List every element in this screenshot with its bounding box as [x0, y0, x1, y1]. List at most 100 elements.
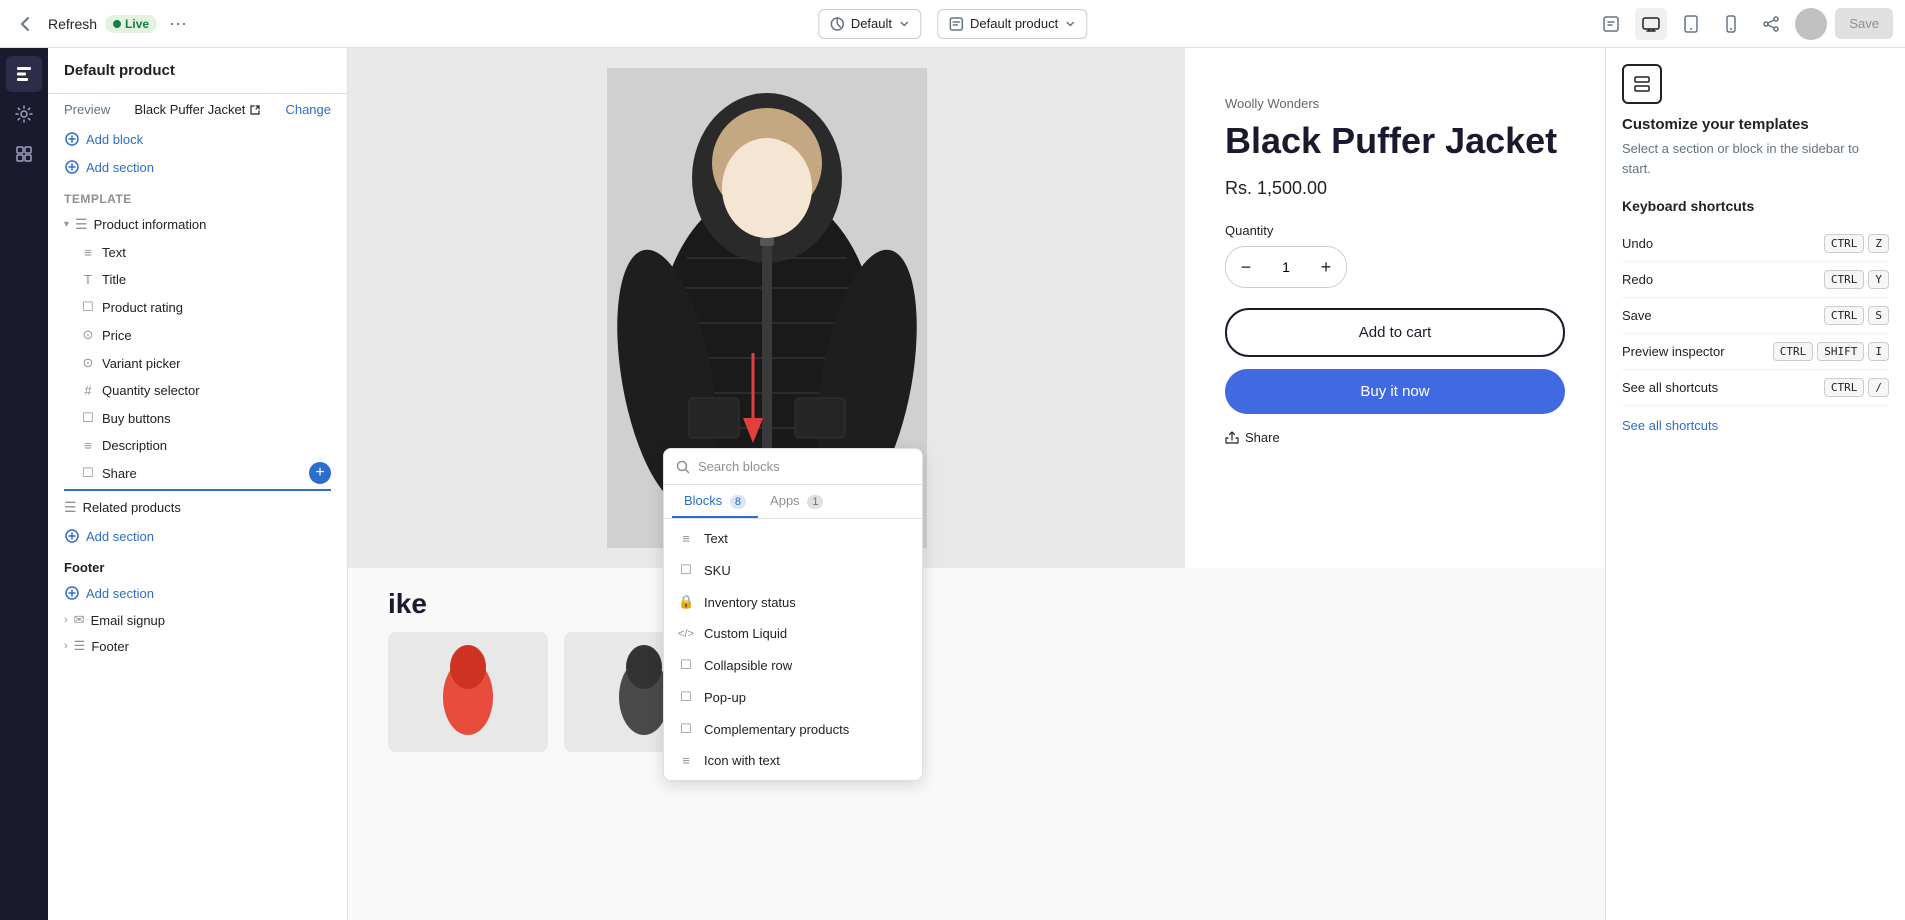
inspector-keys: CTRL SHIFT I — [1773, 342, 1889, 361]
external-link-icon — [249, 104, 261, 116]
main-layout: Default product Preview Black Puffer Jac… — [0, 48, 1905, 920]
blue-line — [64, 489, 331, 491]
block-quantity-selector[interactable]: # Quantity selector — [48, 377, 347, 404]
preview-change-button[interactable]: Change — [285, 102, 331, 117]
red-arrow-indicator — [738, 348, 768, 451]
undo-keys: CTRL Z — [1824, 234, 1889, 253]
left-panel: Default product Preview Black Puffer Jac… — [48, 48, 348, 920]
desktop-view-icon[interactable] — [1635, 8, 1667, 40]
sidebar-settings-icon[interactable] — [6, 96, 42, 132]
see-all-keys: CTRL / — [1824, 378, 1889, 397]
save-label: Save — [1622, 308, 1652, 323]
product-selector[interactable]: Default product — [937, 9, 1087, 39]
block-icon-with-text-item[interactable]: ≡ Icon with text — [664, 745, 922, 776]
share-row[interactable]: Share — [1225, 430, 1565, 445]
block-title[interactable]: T Title — [48, 266, 347, 293]
chevron-right-icon: › — [64, 614, 68, 626]
search-icon — [676, 460, 690, 474]
add-block-button[interactable]: Add block — [48, 125, 347, 153]
chevron-down-icon: ▾ — [64, 219, 69, 230]
block-price[interactable]: ⊙ Price — [48, 321, 347, 349]
product-title: Black Puffer Jacket — [1225, 119, 1565, 162]
related-products-section[interactable]: ☰ Related products — [48, 493, 347, 522]
kbd-i: I — [1868, 342, 1889, 361]
tablet-view-icon[interactable] — [1675, 8, 1707, 40]
product-hero: Woolly Wonders Black Puffer Jacket Rs. 1… — [348, 48, 1605, 568]
right-panel-title: Customize your templates — [1622, 116, 1889, 133]
kbd-z: Z — [1868, 234, 1889, 253]
mobile-view-icon[interactable] — [1715, 8, 1747, 40]
block-complementary-item[interactable]: ☐ Complementary products — [664, 713, 922, 745]
quantity-increase-button[interactable]: + — [1306, 247, 1346, 287]
see-all-shortcuts-link[interactable]: See all shortcuts — [1622, 418, 1889, 433]
block-sku-item[interactable]: ☐ SKU — [664, 554, 922, 586]
kbd-shift: SHIFT — [1817, 342, 1864, 361]
popup-search-area — [664, 449, 922, 485]
user-avatar[interactable] — [1795, 8, 1827, 40]
popup-icon: ☐ — [678, 689, 694, 705]
block-variant-picker[interactable]: ⊙ Variant picker — [48, 349, 347, 377]
quantity-decrease-button[interactable]: − — [1226, 247, 1266, 287]
share-tree-icon: ☐ — [80, 465, 96, 481]
add-to-cart-button[interactable]: Add to cart — [1225, 308, 1565, 357]
theme-selector[interactable]: Default — [818, 9, 921, 39]
live-badge: Live — [105, 15, 157, 33]
sidebar-apps-icon[interactable] — [6, 136, 42, 172]
block-popup-item[interactable]: ☐ Pop-up — [664, 681, 922, 713]
footer-icon: ☰ — [74, 638, 86, 654]
product-cards-row — [388, 632, 1565, 752]
refresh-button[interactable]: Refresh — [48, 16, 97, 32]
apps-tab[interactable]: Apps 1 — [758, 485, 835, 518]
product-info-label: Product information — [94, 217, 207, 232]
quantity-label: Quantity — [1225, 223, 1565, 238]
sidebar-nav-icon[interactable] — [6, 56, 42, 92]
share-icon[interactable] — [1755, 8, 1787, 40]
preview-value: Black Puffer Jacket — [134, 102, 261, 117]
more-menu-button[interactable]: ··· — [169, 13, 187, 34]
plus-circle-icon-3 — [64, 528, 80, 544]
block-search-input[interactable] — [698, 459, 910, 474]
block-share[interactable]: ☐ Share + — [48, 459, 347, 487]
preview-inspector-label: Preview inspector — [1622, 344, 1725, 359]
kbd-s: S — [1868, 306, 1889, 325]
email-icon: ✉ — [74, 612, 85, 628]
text-icon: ≡ — [80, 245, 96, 260]
preview-label: Preview — [64, 102, 110, 117]
shortcut-see-all: See all shortcuts CTRL / — [1622, 370, 1889, 406]
right-panel-desc: Select a section or block in the sidebar… — [1622, 139, 1889, 178]
blocks-tab[interactable]: Blocks 8 — [672, 485, 758, 518]
liquid-icon: </> — [678, 628, 694, 640]
inventory-icon: 🔒 — [678, 594, 694, 610]
block-product-rating[interactable]: ☐ Product rating — [48, 293, 347, 321]
add-section-mid-button[interactable]: Add section — [48, 522, 347, 550]
theme-name: Default — [851, 16, 892, 31]
footer-item[interactable]: › ☰ Footer — [48, 633, 347, 659]
block-inventory-item[interactable]: 🔒 Inventory status — [664, 586, 922, 618]
quantity-icon: # — [80, 383, 96, 398]
right-panel: Customize your templates Select a sectio… — [1605, 48, 1905, 920]
related-products-label: Related products — [83, 500, 181, 515]
canvas: Woolly Wonders Black Puffer Jacket Rs. 1… — [348, 48, 1605, 920]
inspector-icon[interactable] — [1595, 8, 1627, 40]
email-signup-item[interactable]: › ✉ Email signup — [48, 607, 347, 633]
block-description[interactable]: ≡ Description — [48, 432, 347, 459]
live-dot — [113, 20, 121, 28]
product-price: Rs. 1,500.00 — [1225, 178, 1565, 199]
live-label: Live — [125, 17, 149, 31]
back-button[interactable] — [12, 10, 40, 38]
product-card-1[interactable] — [388, 632, 548, 752]
buy-now-button[interactable]: Buy it now — [1225, 369, 1565, 414]
shortcuts-title: Keyboard shortcuts — [1622, 198, 1889, 214]
add-section-footer-button[interactable]: Add section — [48, 579, 347, 607]
block-buy-buttons[interactable]: ☐ Buy buttons — [48, 404, 347, 432]
block-text[interactable]: ≡ Text — [48, 239, 347, 266]
quantity-selector: − 1 + — [1225, 246, 1347, 288]
save-button[interactable]: Save — [1835, 8, 1893, 39]
block-text-item[interactable]: ≡ Text — [664, 523, 922, 554]
block-collapsible-item[interactable]: ☐ Collapsible row — [664, 649, 922, 681]
product-info-section[interactable]: ▾ ☰ Product information — [48, 210, 347, 239]
collapsible-icon: ☐ — [678, 657, 694, 673]
add-block-inline-button[interactable]: + — [309, 462, 331, 484]
block-custom-liquid-item[interactable]: </> Custom Liquid — [664, 618, 922, 649]
add-section-top-button[interactable]: Add section — [48, 153, 347, 181]
